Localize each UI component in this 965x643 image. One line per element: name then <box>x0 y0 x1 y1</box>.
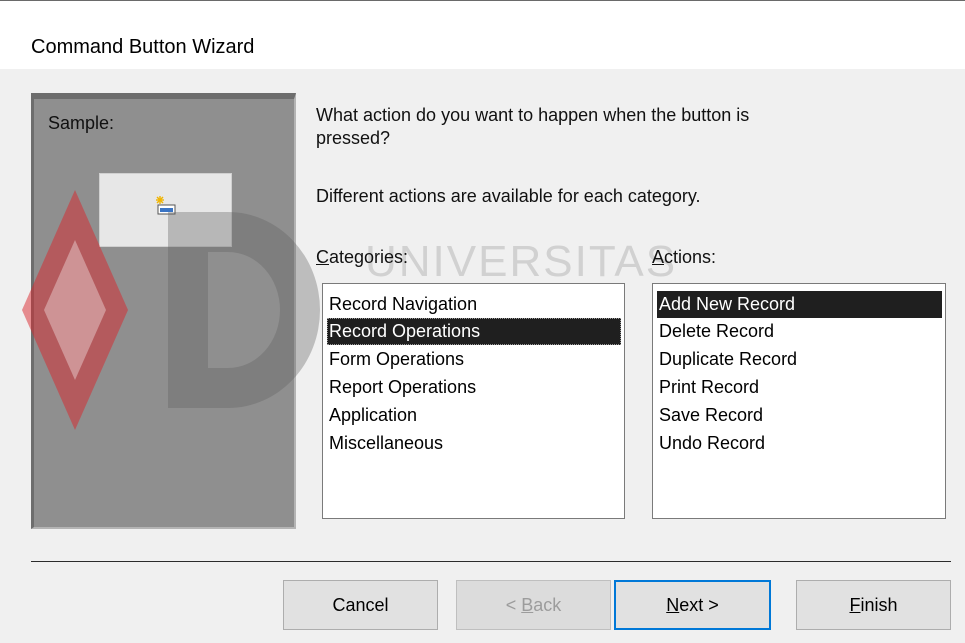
cancel-button[interactable]: Cancel <box>283 580 438 630</box>
category-item-record-operations[interactable]: Record Operations <box>327 318 621 345</box>
footer-divider <box>31 561 951 562</box>
category-item-form-operations[interactable]: Form Operations <box>327 346 464 373</box>
action-question-line1: What action do you want to happen when t… <box>316 105 750 125</box>
watermark-text: UNIVERSITAS <box>365 237 678 286</box>
category-item-report-operations[interactable]: Report Operations <box>327 374 476 401</box>
category-item-miscellaneous[interactable]: Miscellaneous <box>327 430 443 457</box>
action-item-undo-record[interactable]: Undo Record <box>657 430 765 457</box>
action-item-delete-record[interactable]: Delete Record <box>657 318 774 345</box>
action-item-print-record[interactable]: Print Record <box>657 374 759 401</box>
actions-label: Actions: <box>652 247 717 267</box>
category-item-record-navigation[interactable]: Record Navigation <box>327 291 477 318</box>
back-button[interactable]: < Back <box>456 580 611 630</box>
categories-label: Categories: <box>316 247 409 267</box>
action-item-duplicate-record[interactable]: Duplicate Record <box>657 346 797 373</box>
action-question-line2: pressed? <box>316 128 391 148</box>
action-item-save-record[interactable]: Save Record <box>657 402 763 429</box>
finish-button[interactable]: Finish <box>796 580 951 630</box>
category-info-text: Different actions are available for each… <box>316 186 701 206</box>
action-item-add-new-record[interactable]: Add New Record <box>657 291 942 318</box>
categories-listbox[interactable]: Record Navigation Record Operations Form… <box>322 283 625 519</box>
category-item-application[interactable]: Application <box>327 402 417 429</box>
next-button[interactable]: Next > <box>614 580 771 630</box>
actions-listbox[interactable]: Add New Record Delete Record Duplicate R… <box>652 283 946 519</box>
